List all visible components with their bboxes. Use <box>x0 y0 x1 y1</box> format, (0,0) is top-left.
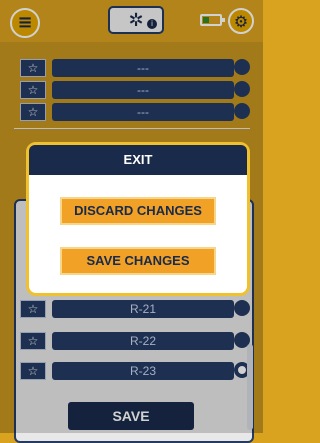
exit-dialog: EXIT DISCARD CHANGES SAVE CHANGES <box>26 142 250 296</box>
dialog-title: EXIT <box>29 145 247 175</box>
discard-changes-button[interactable]: DISCARD CHANGES <box>60 197 216 225</box>
save-changes-button[interactable]: SAVE CHANGES <box>60 247 216 275</box>
